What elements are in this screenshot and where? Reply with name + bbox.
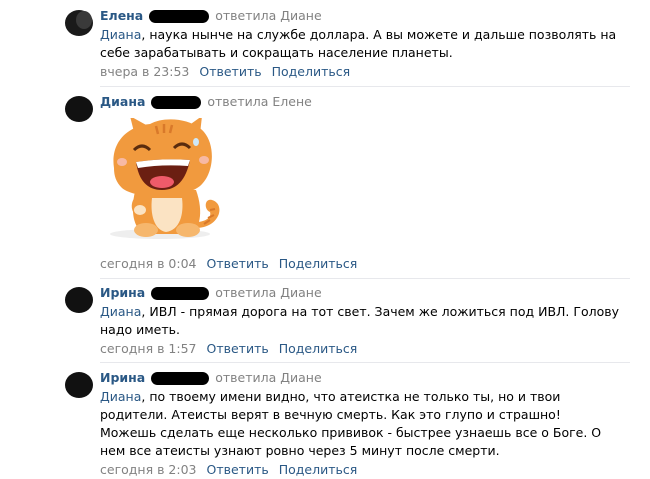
comment-text-body: , ИВЛ - прямая дорога на тот свет. Зачем…: [100, 304, 620, 337]
redacted-surname: [151, 96, 202, 109]
timestamp[interactable]: сегодня в 1:57: [100, 341, 197, 356]
timestamp[interactable]: вчера в 23:53: [100, 64, 189, 79]
timestamp[interactable]: сегодня в 0:04: [100, 256, 197, 271]
author-name[interactable]: Елена: [100, 8, 143, 23]
laughing-cat-sticker[interactable]: [100, 118, 224, 242]
divider: [100, 278, 630, 279]
share-button[interactable]: Поделиться: [272, 64, 351, 79]
reply-button[interactable]: Ответить: [206, 256, 268, 271]
reply-to-text[interactable]: ответила Диане: [215, 370, 321, 385]
redacted-surname: [149, 10, 210, 23]
reply-button[interactable]: Ответить: [199, 64, 261, 79]
comment-meta: вчера в 23:53 Ответить Поделиться: [100, 64, 620, 80]
comment-body: Ирина ответила Диане Диана, по твоему им…: [100, 370, 620, 478]
comment-meta: сегодня в 0:04 Ответить Поделиться: [100, 256, 620, 272]
author-name[interactable]: Диана: [100, 94, 145, 109]
avatar-redacted[interactable]: [64, 285, 94, 315]
comment-body: Ирина ответила Диане Диана, ИВЛ - прямая…: [100, 285, 620, 357]
comment-text-body: , наука нынче на службе доллара. А вы мо…: [100, 27, 617, 60]
mention-link[interactable]: Диана: [100, 27, 141, 42]
comment-body: Диана ответила Елене: [100, 94, 620, 110]
reply-to-text[interactable]: ответила Диане: [215, 285, 321, 300]
comment-header: Елена ответила Диане: [100, 8, 620, 24]
avatar-redacted[interactable]: [64, 8, 94, 38]
mention-link[interactable]: Диана: [100, 304, 141, 319]
comment-header: Ирина ответила Диане: [100, 370, 620, 386]
divider: [100, 86, 630, 87]
redacted-surname: [151, 287, 210, 300]
comment-header: Ирина ответила Диане: [100, 285, 620, 301]
share-button[interactable]: Поделиться: [279, 341, 358, 356]
comment-meta: сегодня в 2:03 Ответить Поделиться: [100, 462, 620, 478]
author-name[interactable]: Ирина: [100, 370, 145, 385]
author-name[interactable]: Ирина: [100, 285, 145, 300]
comment-footer: сегодня в 0:04 Ответить Поделиться: [100, 254, 620, 272]
mention-link[interactable]: Диана: [100, 389, 141, 404]
divider: [100, 362, 630, 363]
comment-text: Диана, по твоему имени видно, что атеист…: [100, 388, 620, 460]
share-button[interactable]: Поделиться: [279, 462, 358, 477]
avatar-redacted[interactable]: [64, 94, 94, 124]
comment-text-body: , по твоему имени видно, что атеистка не…: [100, 389, 602, 458]
reply-to-text[interactable]: ответила Елене: [207, 94, 311, 109]
timestamp[interactable]: сегодня в 2:03: [100, 462, 197, 477]
comment-header: Диана ответила Елене: [100, 94, 620, 110]
comment-text: Диана, ИВЛ - прямая дорога на тот свет. …: [100, 303, 620, 339]
reply-to-text[interactable]: ответила Диане: [215, 8, 321, 23]
reply-button[interactable]: Ответить: [206, 462, 268, 477]
comment-body: Елена ответила Диане Диана, наука нынче …: [100, 8, 620, 80]
redacted-surname: [151, 372, 210, 385]
avatar-redacted[interactable]: [64, 370, 94, 400]
comment-meta: сегодня в 1:57 Ответить Поделиться: [100, 341, 620, 357]
share-button[interactable]: Поделиться: [279, 256, 358, 271]
reply-button[interactable]: Ответить: [206, 341, 268, 356]
comment-text: Диана, наука нынче на службе доллара. А …: [100, 26, 620, 62]
